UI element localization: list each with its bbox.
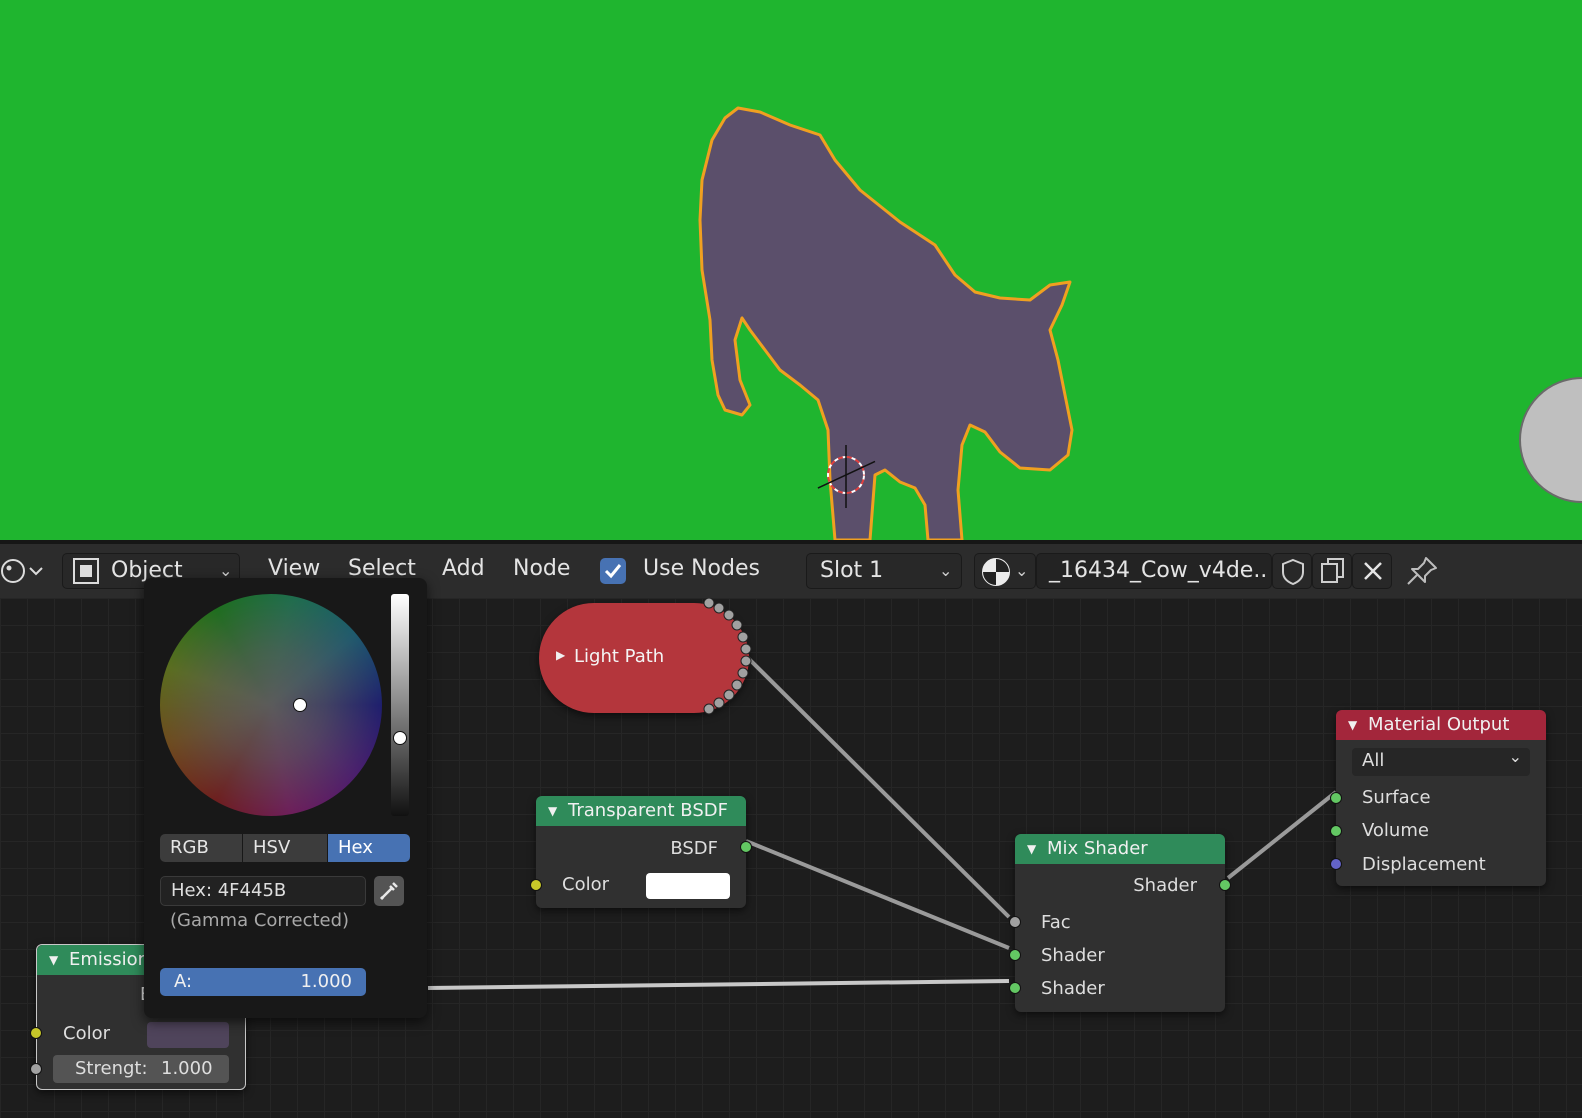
triangle-down-icon[interactable]: ▼ <box>1348 710 1357 740</box>
displacement-input-label: Displacement <box>1362 854 1486 875</box>
material-output-header[interactable]: ▼ Material Output <box>1336 710 1546 740</box>
color-swatch-white[interactable] <box>646 873 730 899</box>
mix-output-socket[interactable] <box>1219 879 1231 891</box>
link-bsdf-to-shader1[interactable] <box>745 839 1010 950</box>
surface-input-label: Surface <box>1362 787 1431 808</box>
triangle-down-icon[interactable]: ▼ <box>1027 834 1036 864</box>
color-input-socket[interactable] <box>530 879 542 891</box>
material-output-node[interactable]: ▼ Material Output All ⌄ Surface Volume D… <box>1330 710 1546 886</box>
use-nodes-checkbox[interactable] <box>600 558 626 584</box>
triangle-down-icon[interactable]: ▼ <box>49 945 58 975</box>
light-path-sockets <box>703 598 752 715</box>
chevron-down-icon: ⌄ <box>939 561 953 580</box>
slot-dropdown[interactable]: Slot 1 ⌄ <box>806 553 962 589</box>
fac-input-label: Fac <box>1041 912 1071 933</box>
menu-add[interactable]: Add <box>442 556 485 581</box>
transparent-bsdf-node[interactable]: ▼ Transparent BSDF BSDF Color <box>530 796 752 908</box>
material-name-field[interactable]: _16434_Cow_v4de.. <box>1036 553 1272 589</box>
shader1-input-label: Shader <box>1041 945 1105 966</box>
emission-color-socket[interactable] <box>30 1027 42 1039</box>
transparent-bsdf-title: Transparent BSDF <box>568 800 728 821</box>
render-target-value: All <box>1362 750 1385 771</box>
link-mix-to-surface[interactable] <box>1226 790 1338 880</box>
emission-title: Emission <box>69 949 150 970</box>
3d-viewport[interactable] <box>0 0 1582 540</box>
gamma-corrected-note: (Gamma Corrected) <box>170 910 350 931</box>
shader2-input-label: Shader <box>1041 978 1105 999</box>
strength-field[interactable]: Strengt: 1.000 <box>53 1055 229 1083</box>
tab-hsv[interactable]: HSV <box>243 834 327 862</box>
surface-input-socket[interactable] <box>1330 792 1342 804</box>
shader1-input-socket[interactable] <box>1009 949 1021 961</box>
volume-input-label: Volume <box>1362 820 1429 841</box>
menu-node[interactable]: Node <box>513 556 570 581</box>
volume-input-socket[interactable] <box>1330 825 1342 837</box>
viewport-scene <box>698 106 1582 540</box>
chevron-down-icon: ⌄ <box>1015 561 1029 580</box>
cow-silhouette[interactable] <box>698 106 1074 540</box>
mix-output-label: Shader <box>1133 875 1197 896</box>
material-browse-button[interactable]: ⌄ <box>974 553 1036 589</box>
bsdf-output-socket[interactable] <box>740 841 752 853</box>
mix-shader-header[interactable]: ▼ Mix Shader <box>1015 834 1225 864</box>
slot-label: Slot 1 <box>820 558 884 583</box>
duplicate-icon <box>1321 558 1344 583</box>
mix-shader-title: Mix Shader <box>1047 838 1148 859</box>
color-picker-popup[interactable]: RGB HSV Hex Hex: 4F445B (Gamma Corrected… <box>144 578 427 1018</box>
duplicate-material-button[interactable] <box>1312 553 1352 589</box>
eyedropper-icon <box>379 882 398 901</box>
emission-color-swatch[interactable] <box>147 1022 229 1048</box>
tab-rgb[interactable]: RGB <box>160 834 242 862</box>
render-target-dropdown[interactable]: All ⌄ <box>1352 747 1530 776</box>
hdri-preview-sphere[interactable] <box>1519 377 1582 503</box>
bsdf-output-label: BSDF <box>670 838 718 859</box>
shield-icon <box>1282 558 1304 586</box>
pin-icon <box>1407 557 1437 585</box>
checkmark-icon <box>604 564 622 579</box>
pin-button[interactable] <box>1404 554 1440 588</box>
unlink-material-button[interactable] <box>1352 553 1392 589</box>
shader2-input-socket[interactable] <box>1009 982 1021 994</box>
strength-input-socket[interactable] <box>30 1063 42 1075</box>
mix-shader-node[interactable]: ▼ Mix Shader Shader Fac Shader Shader <box>1009 834 1231 1012</box>
color-wheel-cursor[interactable] <box>293 698 307 712</box>
transparent-bsdf-header[interactable]: ▼ Transparent BSDF <box>536 796 746 826</box>
displacement-input-socket[interactable] <box>1330 858 1342 870</box>
hex-input[interactable]: Hex: 4F445B <box>160 876 366 906</box>
link-emission-to-shader2[interactable] <box>427 979 1010 990</box>
link-lightpath-to-fac[interactable] <box>744 654 1011 919</box>
use-nodes-label[interactable]: Use Nodes <box>643 556 760 581</box>
material-name: _16434_Cow_v4de.. <box>1049 558 1268 583</box>
value-slider[interactable] <box>391 594 409 816</box>
material-output-title: Material Output <box>1368 714 1510 735</box>
color-input-label: Color <box>562 874 609 895</box>
alpha-value: 1.000 <box>300 971 352 992</box>
triangle-down-icon[interactable]: ▼ <box>548 796 557 826</box>
editor-type-icon <box>1 559 43 583</box>
chevron-down-icon: ⌄ <box>1508 747 1522 766</box>
emission-color-label: Color <box>63 1023 110 1044</box>
fac-input-socket[interactable] <box>1009 916 1021 928</box>
light-path-node[interactable]: ▶ Light Path <box>539 598 752 715</box>
strength-value: 1.000 <box>161 1058 213 1079</box>
alpha-label: A: <box>174 971 193 992</box>
color-wheel[interactable] <box>160 594 382 816</box>
fake-user-button[interactable] <box>1272 553 1312 589</box>
hex-value: Hex: 4F445B <box>171 880 287 901</box>
tab-hex[interactable]: Hex <box>328 834 410 862</box>
alpha-slider[interactable]: A: 1.000 <box>160 968 366 996</box>
material-sphere-icon <box>982 558 1010 586</box>
strength-label: Strengt: <box>75 1058 148 1079</box>
editor-type-button[interactable] <box>0 554 48 588</box>
light-path-title: Light Path <box>574 646 665 667</box>
value-slider-cursor[interactable] <box>393 731 407 745</box>
object-mode-icon <box>73 558 99 584</box>
close-icon <box>1364 562 1382 580</box>
eyedropper-button[interactable] <box>374 876 404 906</box>
triangle-right-icon[interactable]: ▶ <box>556 648 565 662</box>
